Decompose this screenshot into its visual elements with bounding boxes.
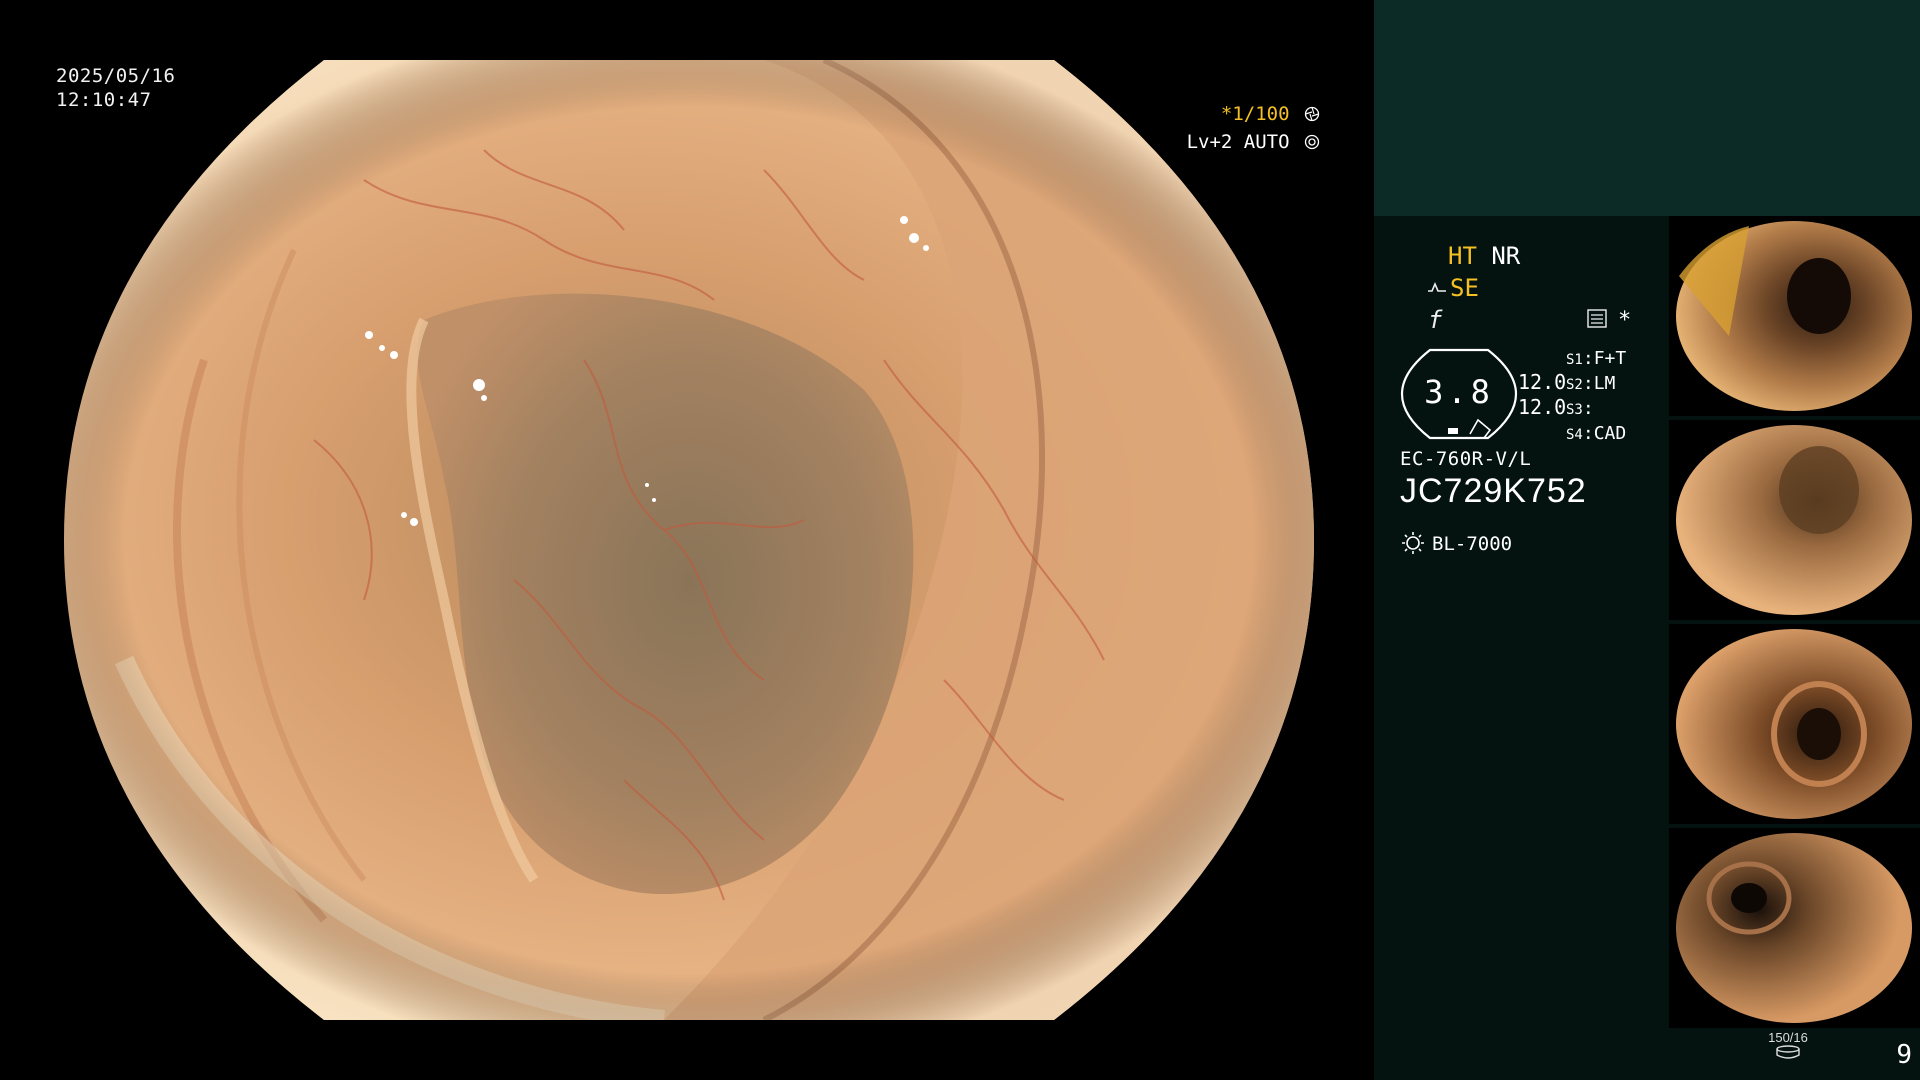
shutter-text: *1/100 xyxy=(1220,103,1290,125)
mode-star: * xyxy=(1618,308,1632,333)
iris-icon xyxy=(1304,134,1320,150)
gauge-value-upper: 12.0 xyxy=(1518,370,1567,394)
thumbnail-3[interactable] xyxy=(1669,624,1920,824)
setting-s3: S3: xyxy=(1566,398,1594,419)
thumbnail-2[interactable] xyxy=(1669,420,1920,620)
processor-info: HT NR SE f * 3.8 12.0 12.0 S1:F+T S2:LM … xyxy=(1400,240,1680,580)
datetime-overlay: 2025/05/16 12:10:47 xyxy=(56,64,175,112)
scope-serial: JC729K752 xyxy=(1400,472,1587,510)
mode-row: * xyxy=(1586,308,1631,333)
light-source-text: BL-7000 xyxy=(1432,533,1513,555)
structure-mode-icon xyxy=(1587,309,1607,328)
thumbnail-image xyxy=(1676,833,1912,1023)
ht-indicator: HT xyxy=(1448,242,1477,270)
thumbnail-image xyxy=(1676,221,1912,411)
exposure-overlay: *1/100 Lv+2 AUTO xyxy=(1187,100,1320,156)
capture-count: 9 xyxy=(1896,1040,1912,1070)
panel-header-area xyxy=(1374,0,1920,216)
se-indicator: SE xyxy=(1450,274,1479,302)
date-text: 2025/05/16 xyxy=(56,65,176,87)
f-indicator: f xyxy=(1428,306,1443,334)
thumbnail-image xyxy=(1676,425,1912,615)
scope-model: EC-760R-V/L xyxy=(1400,448,1532,470)
thumbnail-image xyxy=(1676,629,1912,819)
setting-s4: S4:CAD xyxy=(1566,423,1627,444)
status-panel: HT NR SE f * 3.8 12.0 12.0 S1:F+T S2:LM … xyxy=(1374,0,1920,1080)
gauge-value: 3.8 xyxy=(1424,373,1494,411)
enhance-curve-icon xyxy=(1428,281,1446,292)
gauge-value-lower: 12.0 xyxy=(1518,395,1567,419)
ht-nr-row: HT NR xyxy=(1448,242,1520,270)
aperture-icon xyxy=(1304,106,1320,122)
level-text: Lv+2 AUTO xyxy=(1186,131,1290,153)
capture-storage: 150/16 xyxy=(1763,1030,1813,1062)
endoscope-live-image xyxy=(64,60,1314,1020)
setting-s2: S2:LM xyxy=(1566,373,1616,394)
thumbnail-4[interactable] xyxy=(1669,828,1920,1028)
se-row: SE xyxy=(1426,274,1479,302)
endoscope-main-view: 2025/05/16 12:10:47 *1/100 Lv+2 AUTO xyxy=(0,0,1372,1080)
capture-thumbnails xyxy=(1669,216,1920,1028)
lamp-icon xyxy=(1402,532,1424,554)
time-text: 12:10:47 xyxy=(56,89,152,111)
setting-s1: S1:F+T xyxy=(1566,348,1627,369)
storage-icon xyxy=(1776,1045,1800,1059)
nr-indicator: NR xyxy=(1491,242,1521,270)
capture-label: 150/16 xyxy=(1768,1030,1808,1045)
light-source-row: BL-7000 xyxy=(1400,530,1512,556)
thumbnail-1[interactable] xyxy=(1669,216,1920,416)
